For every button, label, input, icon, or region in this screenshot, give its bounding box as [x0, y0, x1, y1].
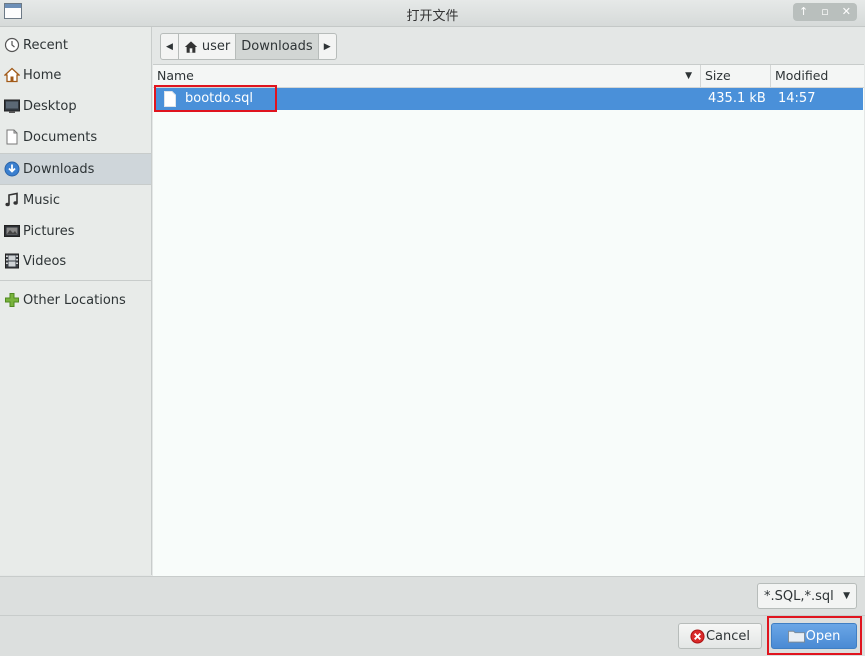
- cancel-button[interactable]: Cancel: [678, 623, 762, 649]
- sidebar-item-home[interactable]: Home: [0, 60, 151, 90]
- sidebar-item-music[interactable]: Music: [0, 185, 151, 215]
- column-header-size[interactable]: Size: [700, 65, 770, 87]
- open-button[interactable]: Open: [771, 623, 857, 649]
- document-icon: [6, 129, 18, 145]
- sidebar-item-label: Desktop: [23, 98, 77, 114]
- sidebar-item-documents[interactable]: Documents: [0, 122, 151, 152]
- path-segment-downloads[interactable]: Downloads: [236, 34, 319, 59]
- file-row-selected[interactable]: bootdo.sql 435.1 kB 14:57: [154, 88, 863, 110]
- sidebar-item-pictures[interactable]: Pictures: [0, 216, 151, 246]
- sidebar-item-desktop[interactable]: Desktop: [0, 91, 151, 121]
- window-controls: ↑ ▫ ✕: [793, 3, 857, 21]
- sidebar-item-label: Recent: [23, 37, 68, 53]
- sidebar-item-label: Downloads: [23, 161, 95, 177]
- file-size: 435.1 kB: [708, 91, 766, 106]
- home-icon: [4, 67, 20, 83]
- path-scroll-left-button[interactable]: ◀: [161, 34, 179, 59]
- column-header-name[interactable]: Name ▼: [153, 65, 700, 87]
- desktop-icon: [4, 99, 20, 113]
- path-bar: ◀ user Downloads ▶: [160, 33, 337, 60]
- path-segment-user[interactable]: user: [179, 34, 237, 59]
- window-title: 打开文件: [406, 9, 459, 24]
- pictures-icon: [4, 225, 20, 237]
- sidebar-item-label: Videos: [23, 253, 67, 269]
- sidebar-item-downloads[interactable]: Downloads: [0, 154, 151, 184]
- title-bar: 打开文件 ↑ ▫ ✕: [0, 0, 865, 27]
- path-segment-label: Downloads: [241, 39, 313, 54]
- sort-descending-icon: ▼: [685, 71, 692, 81]
- open-button-label: Open: [805, 628, 841, 644]
- triangle-left-icon: ◀: [166, 41, 173, 52]
- close-icon[interactable]: ✕: [839, 5, 853, 19]
- file-type-filter-select[interactable]: *.SQL,*.sql ▼: [757, 583, 857, 609]
- home-icon: [184, 40, 198, 53]
- maximize-icon[interactable]: ▫: [818, 5, 832, 19]
- shade-up-icon[interactable]: ↑: [797, 5, 811, 19]
- add-location-icon: [5, 293, 19, 307]
- sidebar-separator: [0, 280, 151, 281]
- sidebar-item-label: Other Locations: [23, 292, 126, 308]
- sidebar-item-label: Home: [23, 67, 62, 83]
- filter-bar: *.SQL,*.sql ▼: [0, 576, 865, 616]
- file-modified: 14:57: [778, 91, 816, 106]
- file-icon: [164, 91, 176, 107]
- column-header-row: Name ▼ Size Modified: [153, 65, 864, 88]
- column-name-label: Name: [157, 68, 194, 83]
- dropdown-arrow-icon: ▼: [843, 591, 850, 601]
- sidebar-item-label: Pictures: [23, 223, 75, 239]
- column-size-label: Size: [705, 68, 731, 83]
- path-segment-label: user: [201, 39, 231, 54]
- sidebar-item-label: Music: [23, 192, 60, 208]
- column-modified-label: Modified: [775, 68, 829, 83]
- cancel-icon: [690, 628, 705, 644]
- path-scroll-right-button[interactable]: ▶: [319, 34, 336, 59]
- videos-film-icon: [5, 253, 19, 269]
- sidebar-item-label: Documents: [23, 129, 98, 145]
- cancel-button-label: Cancel: [705, 628, 751, 644]
- places-sidebar: Recent Home Desktop Documents Downloads …: [0, 27, 152, 575]
- folder-icon: [787, 630, 805, 643]
- column-header-modified[interactable]: Modified: [770, 65, 864, 87]
- dialog-action-bar: Cancel Open: [0, 615, 865, 656]
- sidebar-item-other-locations[interactable]: Other Locations: [0, 285, 151, 315]
- file-list: Name ▼ Size Modified bootdo.sql 435.1 kB…: [153, 64, 864, 576]
- sidebar-item-recent[interactable]: Recent: [0, 30, 151, 60]
- triangle-right-icon: ▶: [323, 41, 331, 52]
- sidebar-item-videos[interactable]: Videos: [0, 246, 151, 276]
- downloads-icon: [4, 161, 20, 177]
- recent-clock-icon: [4, 37, 20, 53]
- file-name: bootdo.sql: [185, 91, 254, 106]
- filter-value: *.SQL,*.sql: [764, 588, 834, 604]
- music-note-icon: [5, 192, 18, 207]
